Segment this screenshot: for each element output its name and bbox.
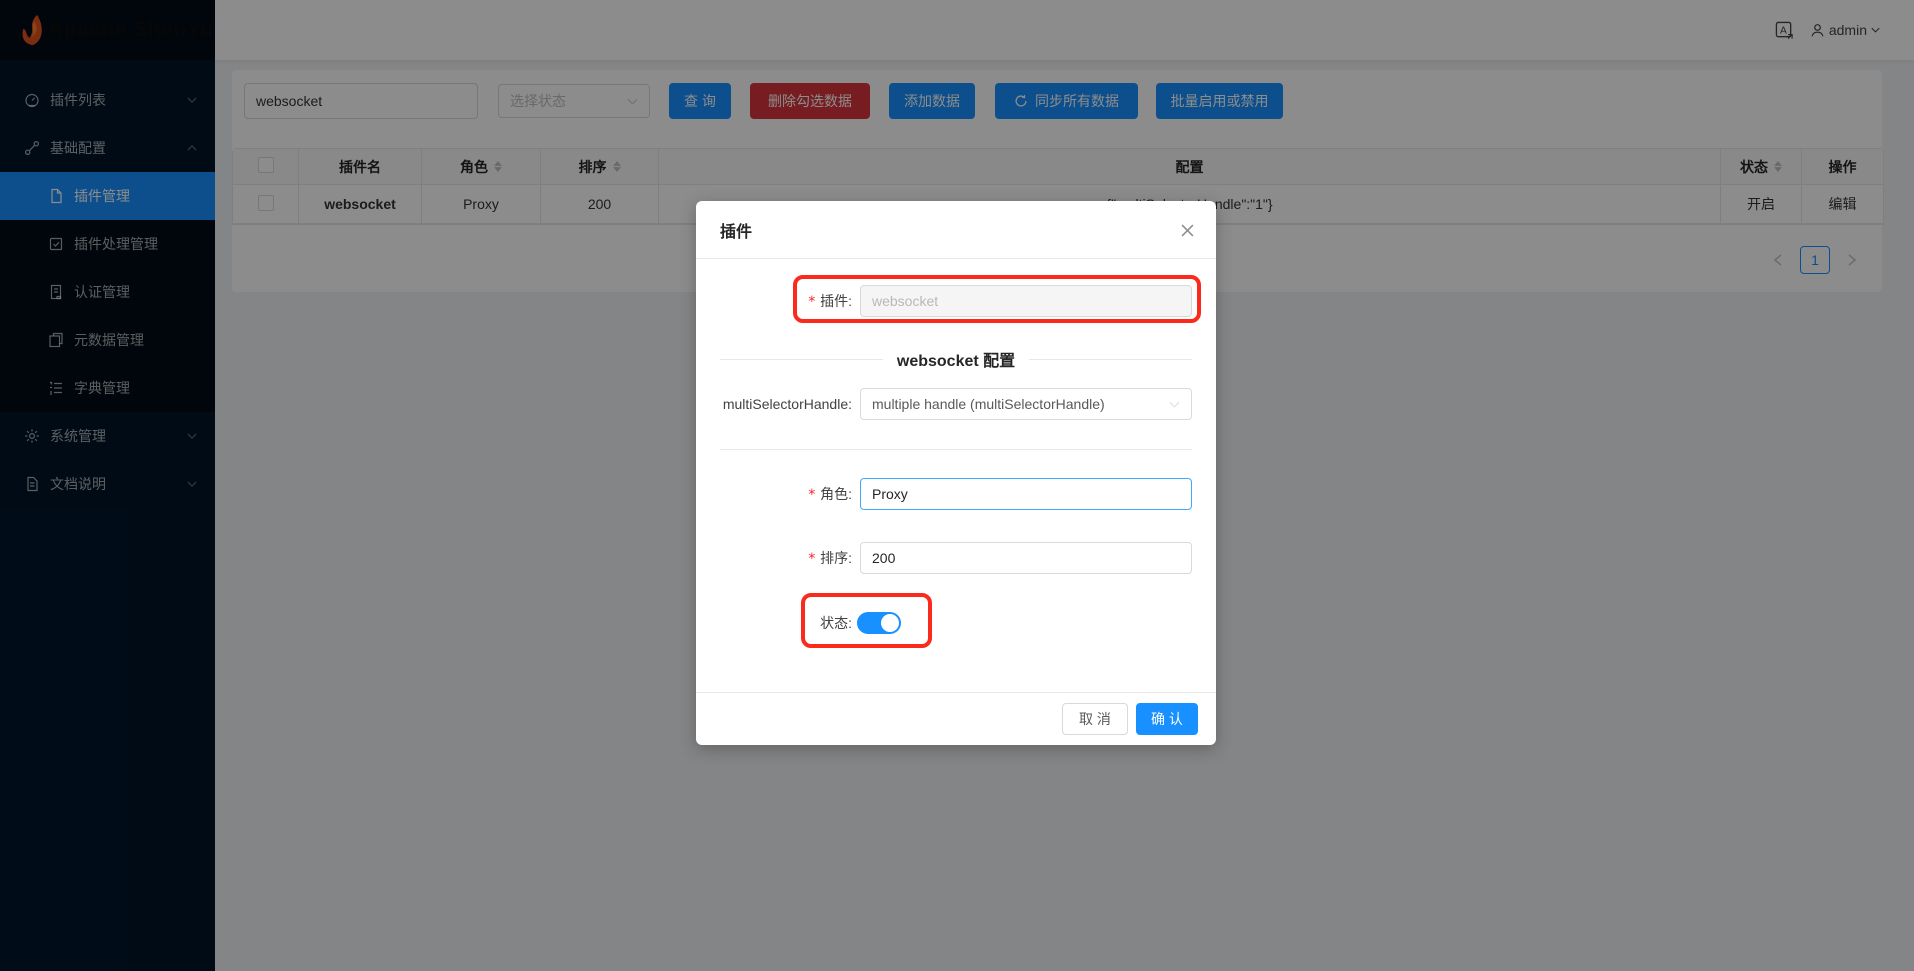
sort-field-label: *排序: [720, 542, 852, 575]
status-field-label: 状态: [720, 607, 852, 639]
modal-header: 插件 [696, 201, 1216, 259]
config-section-title: websocket 配置 [897, 347, 1015, 371]
modal-title: 插件 [720, 218, 752, 242]
cancel-button[interactable]: 取 消 [1062, 703, 1128, 735]
plugin-field-label: *插件: [720, 285, 852, 318]
handle-field-label: multiSelectorHandle: [720, 388, 852, 420]
plugin-edit-modal: 插件 *插件: websocket 配置 multiSelectorHandle… [696, 201, 1216, 745]
toggle-knob [881, 614, 899, 632]
role-field-label: *角色: [720, 478, 852, 511]
config-section-divider: websocket 配置 [720, 347, 1192, 371]
confirm-button[interactable]: 确 认 [1136, 703, 1198, 735]
close-icon[interactable] [1175, 218, 1199, 242]
plugin-name-input[interactable] [860, 285, 1192, 317]
chevron-down-icon [1169, 401, 1180, 408]
modal-footer: 取 消 确 认 [696, 692, 1216, 745]
divider [720, 449, 1192, 450]
handle-select[interactable]: multiple handle (multiSelectorHandle) [860, 388, 1192, 420]
handle-select-value: multiple handle (multiSelectorHandle) [872, 396, 1169, 412]
role-input[interactable] [860, 478, 1192, 510]
sort-input[interactable] [860, 542, 1192, 574]
status-toggle[interactable] [857, 612, 901, 634]
